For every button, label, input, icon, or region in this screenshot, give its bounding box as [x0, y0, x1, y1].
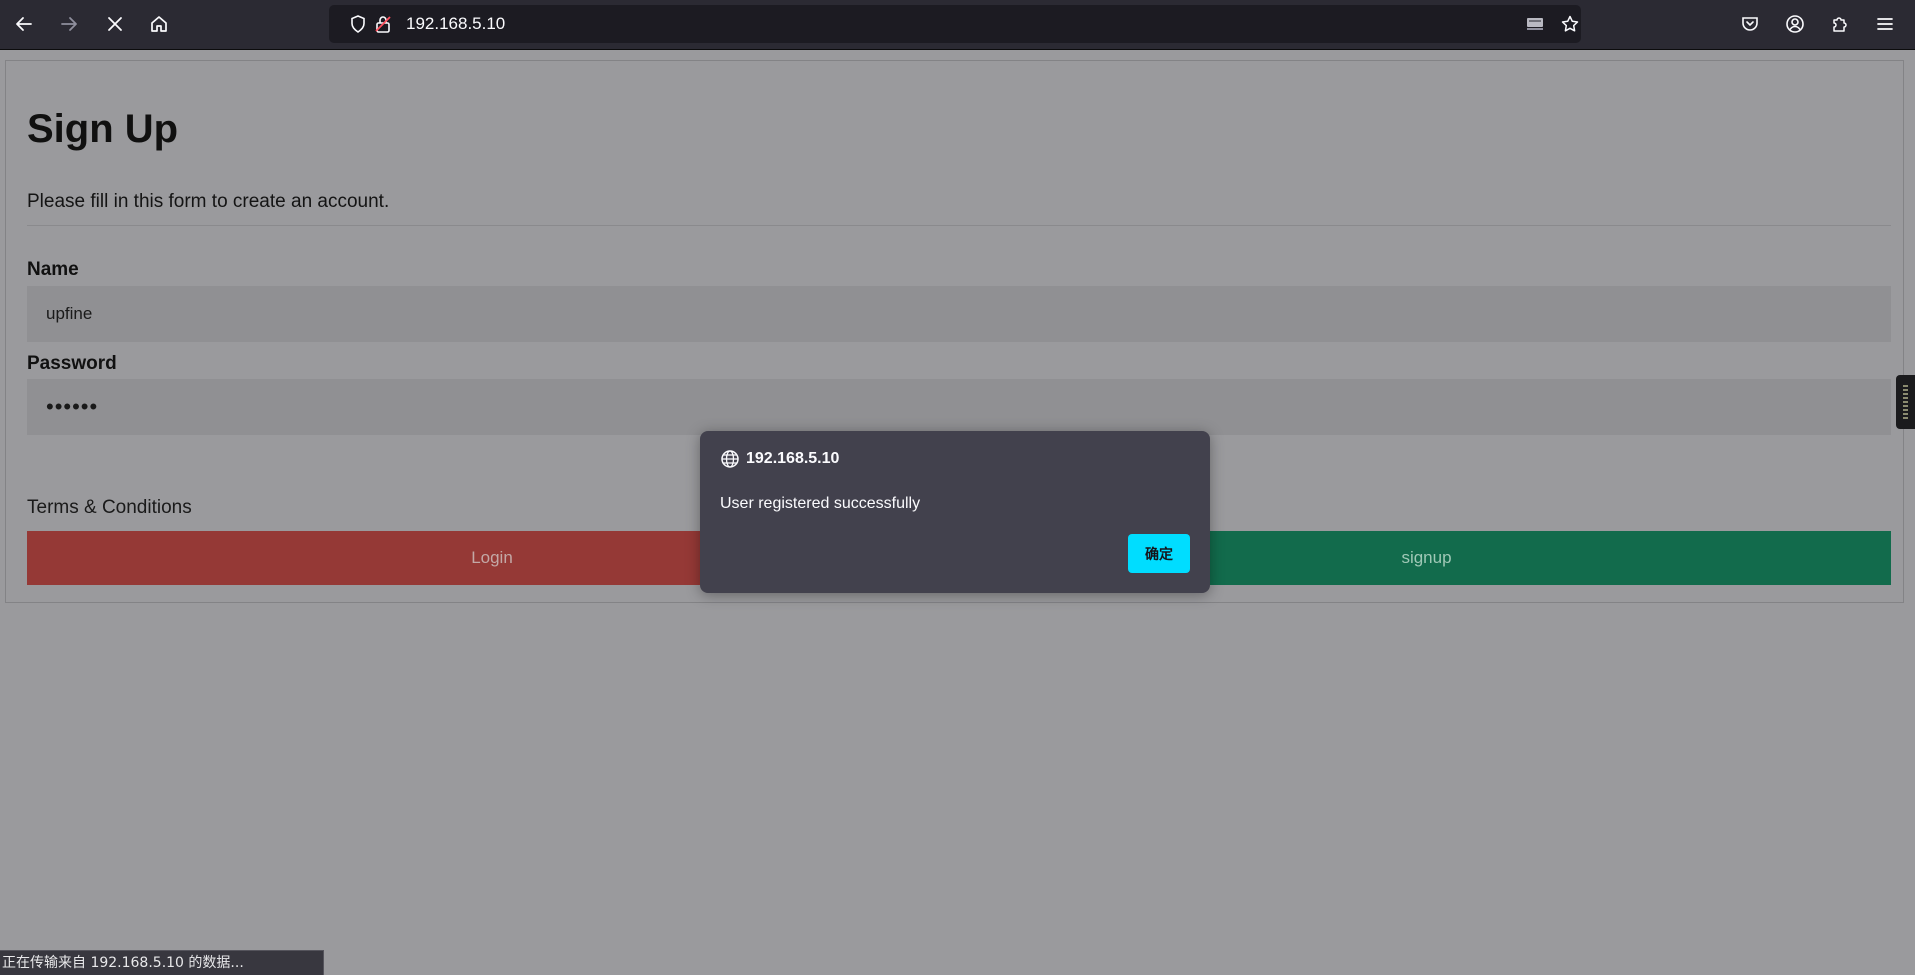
- name-field-value: upfine: [46, 304, 93, 323]
- insecure-lock-icon[interactable]: [373, 14, 393, 34]
- name-field[interactable]: upfine: [27, 286, 1891, 342]
- account-button[interactable]: [1779, 8, 1811, 40]
- address-bar[interactable]: 192.168.5.10: [329, 5, 1581, 43]
- side-panel-handle[interactable]: [1896, 375, 1915, 429]
- alert-dialog: 192.168.5.10 User registered successfull…: [700, 431, 1210, 593]
- url-text[interactable]: 192.168.5.10: [406, 5, 505, 43]
- close-icon: [108, 17, 122, 31]
- ok-button[interactable]: 确定: [1128, 534, 1190, 573]
- home-button[interactable]: [143, 8, 175, 40]
- page-title: Sign Up: [27, 107, 179, 151]
- menu-button[interactable]: [1869, 8, 1901, 40]
- grip-icon: [1903, 385, 1908, 419]
- dialog-origin: 192.168.5.10: [746, 450, 840, 467]
- browser-toolbar: 192.168.5.10: [0, 0, 1915, 50]
- divider: [27, 225, 1891, 226]
- globe-icon: [721, 450, 739, 468]
- password-field-value: ••••••: [46, 394, 99, 419]
- name-label: Name: [27, 259, 79, 280]
- home-icon: [151, 16, 167, 32]
- dialog-header: 192.168.5.10: [720, 449, 839, 469]
- extensions-button[interactable]: [1824, 8, 1856, 40]
- status-bar: 正在传输来自 192.168.5.10 的数据...: [0, 950, 324, 975]
- back-button[interactable]: [8, 8, 40, 40]
- form-subtitle: Please fill in this form to create an ac…: [27, 191, 390, 212]
- forward-button[interactable]: [53, 8, 85, 40]
- pocket-button[interactable]: [1734, 8, 1766, 40]
- reader-view-icon[interactable]: [1525, 14, 1545, 34]
- stop-button[interactable]: [99, 8, 131, 40]
- terms-link[interactable]: Terms & Conditions: [27, 497, 192, 519]
- shield-icon[interactable]: [348, 14, 368, 34]
- puzzle-icon: [1833, 17, 1847, 32]
- password-field[interactable]: ••••••: [27, 379, 1891, 435]
- arrow-left-icon: [16, 17, 32, 31]
- star-icon[interactable]: [1560, 14, 1580, 34]
- account-icon: [1786, 15, 1804, 33]
- pocket-icon: [1742, 17, 1758, 31]
- dialog-message: User registered successfully: [720, 495, 921, 512]
- hamburger-menu-icon: [1877, 18, 1893, 30]
- arrow-right-icon: [61, 17, 77, 31]
- password-label: Password: [27, 353, 117, 374]
